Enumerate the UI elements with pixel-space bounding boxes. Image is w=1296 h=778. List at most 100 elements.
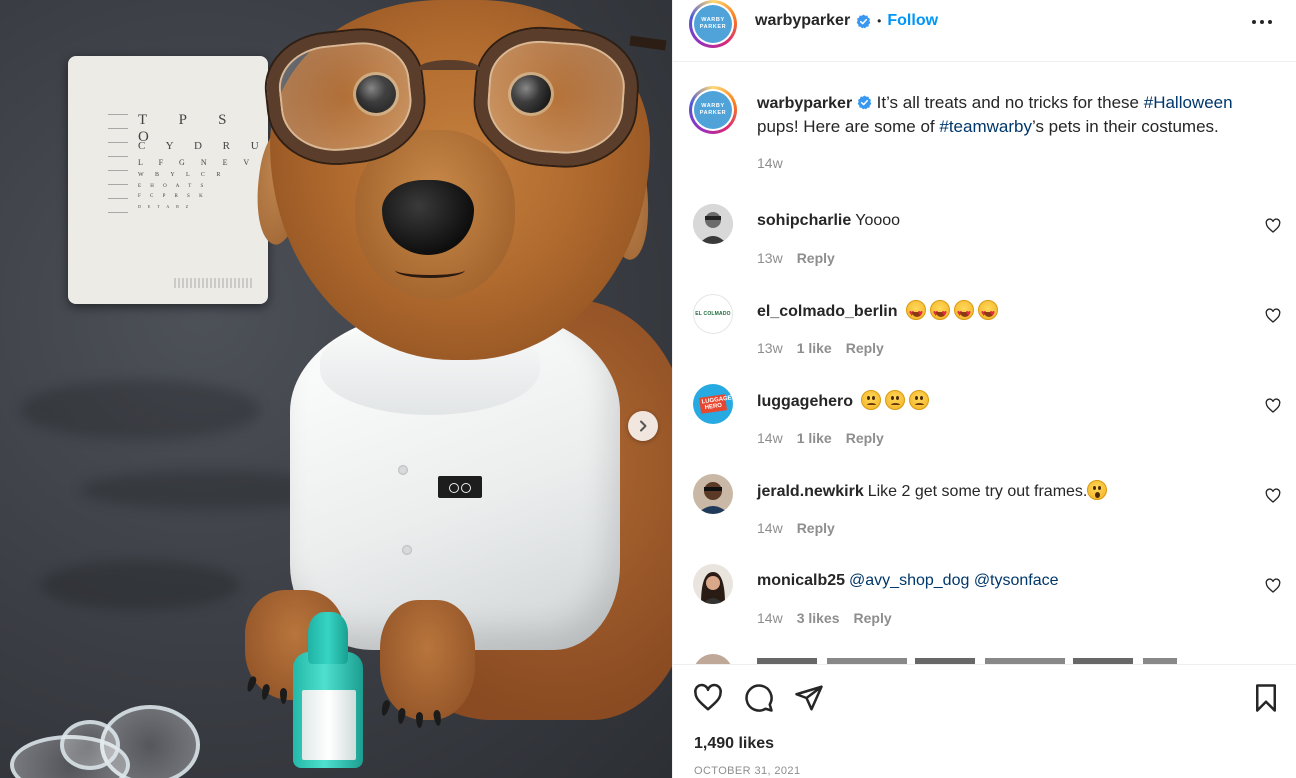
commenter-logo: EL COLMADO (695, 311, 731, 317)
post-header: WARBY PARKER warbyparker • Follow (673, 0, 1296, 62)
comment-item: LUGGAGE HERO luggagehero 14w 1 like Reply (693, 384, 1283, 474)
comment-body: Yoooo (855, 212, 901, 229)
bookmark-icon[interactable] (1251, 683, 1281, 713)
header-user-row: warbyparker • Follow (755, 12, 938, 30)
comment-like-icon[interactable] (1265, 488, 1281, 504)
comment-username[interactable]: luggagehero (757, 393, 853, 410)
heart-eyes-emoji-icon (977, 300, 998, 324)
hashtag-link[interactable]: #teamwarby (939, 117, 1032, 136)
commenter-avatar[interactable]: LUGGAGE HERO (693, 384, 733, 424)
dog-mouth (395, 262, 465, 278)
author-username[interactable]: warbyparker (755, 12, 850, 30)
post-photo[interactable]: T P S O C Y D R U L F G N E V W B Y L C … (0, 0, 672, 778)
heart-eyes-emoji-icon (953, 300, 974, 324)
commenter-avatar[interactable]: EL COLMADO (693, 294, 733, 334)
hashtag-link[interactable]: #Halloween (1144, 93, 1233, 112)
caption-username[interactable]: warbyparker (757, 95, 852, 112)
dog-claw (416, 712, 423, 728)
commenter-avatar[interactable] (693, 654, 733, 664)
eye-chart-row: D E T A B Z (138, 204, 192, 209)
comment-time[interactable]: 14w (757, 610, 783, 626)
eye-chart-markers (108, 106, 128, 216)
author-avatar[interactable]: WARBY PARKER (689, 0, 737, 48)
verified-badge-icon (857, 95, 872, 110)
comment-item: EL COLMADO el_colmado_berlin 13w 1 like Re… (693, 294, 1283, 384)
comment-text: luggagehero (757, 390, 1237, 413)
commenter-avatar[interactable] (693, 204, 733, 244)
reply-button[interactable]: Reply (846, 340, 884, 356)
comment-username[interactable]: monicalb25 (757, 572, 845, 589)
mention-link[interactable]: @tysonface (974, 572, 1059, 589)
commenter-logo: LUGGAGE HERO (699, 394, 732, 414)
reply-button[interactable]: Reply (854, 610, 892, 626)
post-detail-panel: WARBY PARKER warbyparker • Follow WARBY PA… (672, 0, 1296, 778)
caption-body: ’s pets in their costumes. (1031, 117, 1219, 136)
eye-drop-cap (308, 612, 348, 664)
blanket-fold (40, 560, 240, 610)
caption-avatar[interactable]: WARBY PARKER (689, 86, 737, 134)
eye-chart-row: L F G N E V (138, 158, 257, 167)
comment-like-icon[interactable] (1265, 578, 1281, 594)
comment-meta: 13w 1 like Reply (757, 340, 898, 356)
caption-text: warbyparker It’s all treats and no trick… (757, 91, 1267, 138)
dog-claw (380, 699, 391, 717)
chevron-right-icon (640, 420, 647, 432)
coat-button (402, 545, 412, 555)
comment-likes[interactable]: 1 like (797, 340, 832, 356)
heart-eyes-emoji-icon (929, 300, 950, 324)
glasses-temple (629, 35, 667, 51)
post-date[interactable]: OCTOBER 31, 2021 (694, 765, 800, 777)
eye-chart-row: F C P R S K (138, 194, 207, 199)
comment-text: jerald.newkirk Like 2 get some try out fr… (757, 480, 1237, 503)
comment-username[interactable]: el_colmado_berlin (757, 303, 898, 320)
comment-likes[interactable]: 1 like (797, 430, 832, 446)
reply-button[interactable]: Reply (846, 430, 884, 446)
comment-item-partial (693, 654, 1283, 664)
person-avatar-icon (693, 204, 733, 244)
comment-time[interactable]: 13w (757, 340, 783, 356)
commenter-avatar[interactable] (693, 474, 733, 514)
carousel-next-button[interactable] (628, 411, 658, 441)
comment-time[interactable]: 14w (757, 430, 783, 446)
comment-text: el_colmado_berlin (757, 300, 1237, 324)
comment-item: monicalb25 @avy_shop_dog @tysonface 14w 3 … (693, 564, 1283, 654)
paper-plane-icon[interactable] (794, 683, 824, 713)
caption-time[interactable]: 14w (757, 155, 783, 171)
comment-likes[interactable]: 3 likes (797, 610, 840, 626)
comment-bubble-icon[interactable] (744, 683, 774, 713)
comment-username[interactable]: sohipcharlie (757, 212, 851, 229)
comment-username[interactable]: jerald.newkirk (757, 483, 864, 500)
more-options-icon[interactable] (1251, 17, 1273, 27)
contact-lens-case (60, 720, 120, 770)
eye-chart-row: C Y D R U (138, 140, 268, 152)
comment-like-icon[interactable] (1265, 218, 1281, 234)
coat-button (398, 465, 408, 475)
dog-claw (280, 688, 287, 704)
comment-text: sohipcharlie Yoooo (757, 210, 1237, 232)
caption-body: It’s all treats and no tricks for these (876, 93, 1144, 112)
reply-button[interactable]: Reply (797, 250, 835, 266)
post-actions-bar: 1,490 likes OCTOBER 31, 2021 (673, 664, 1296, 778)
likes-count[interactable]: 1,490 likes (694, 735, 774, 753)
mention-link[interactable]: @avy_shop_dog (849, 572, 969, 589)
comment-meta: 14w 3 likes Reply (757, 610, 906, 626)
comment-body: Like 2 get some try out frames. (867, 483, 1088, 500)
comment-like-icon[interactable] (1265, 398, 1281, 414)
comments-list[interactable]: sohipcharlie Yoooo 13w Reply EL COLMADO el… (673, 176, 1296, 664)
glasses-bridge (418, 60, 480, 78)
follow-button[interactable]: Follow (887, 12, 938, 30)
comment-meta: 14w 1 like Reply (757, 430, 898, 446)
eye-chart-card: T P S O C Y D R U L F G N E V W B Y L C … (68, 56, 268, 304)
comment-time[interactable]: 13w (757, 250, 783, 266)
comment-item: jerald.newkirk Like 2 get some try out fr… (693, 474, 1283, 564)
warby-parker-logo: WARBY PARKER (694, 5, 732, 43)
dog-paw-right (380, 600, 475, 720)
comment-time[interactable]: 14w (757, 520, 783, 536)
heart-outline-icon[interactable] (693, 683, 723, 713)
commenter-avatar[interactable] (693, 564, 733, 604)
comment-like-icon[interactable] (1265, 308, 1281, 324)
worried-emoji-icon (909, 390, 930, 410)
heart-eyes-emoji-icon (905, 300, 926, 324)
reply-button[interactable]: Reply (797, 520, 835, 536)
header-separator: • (877, 14, 882, 28)
